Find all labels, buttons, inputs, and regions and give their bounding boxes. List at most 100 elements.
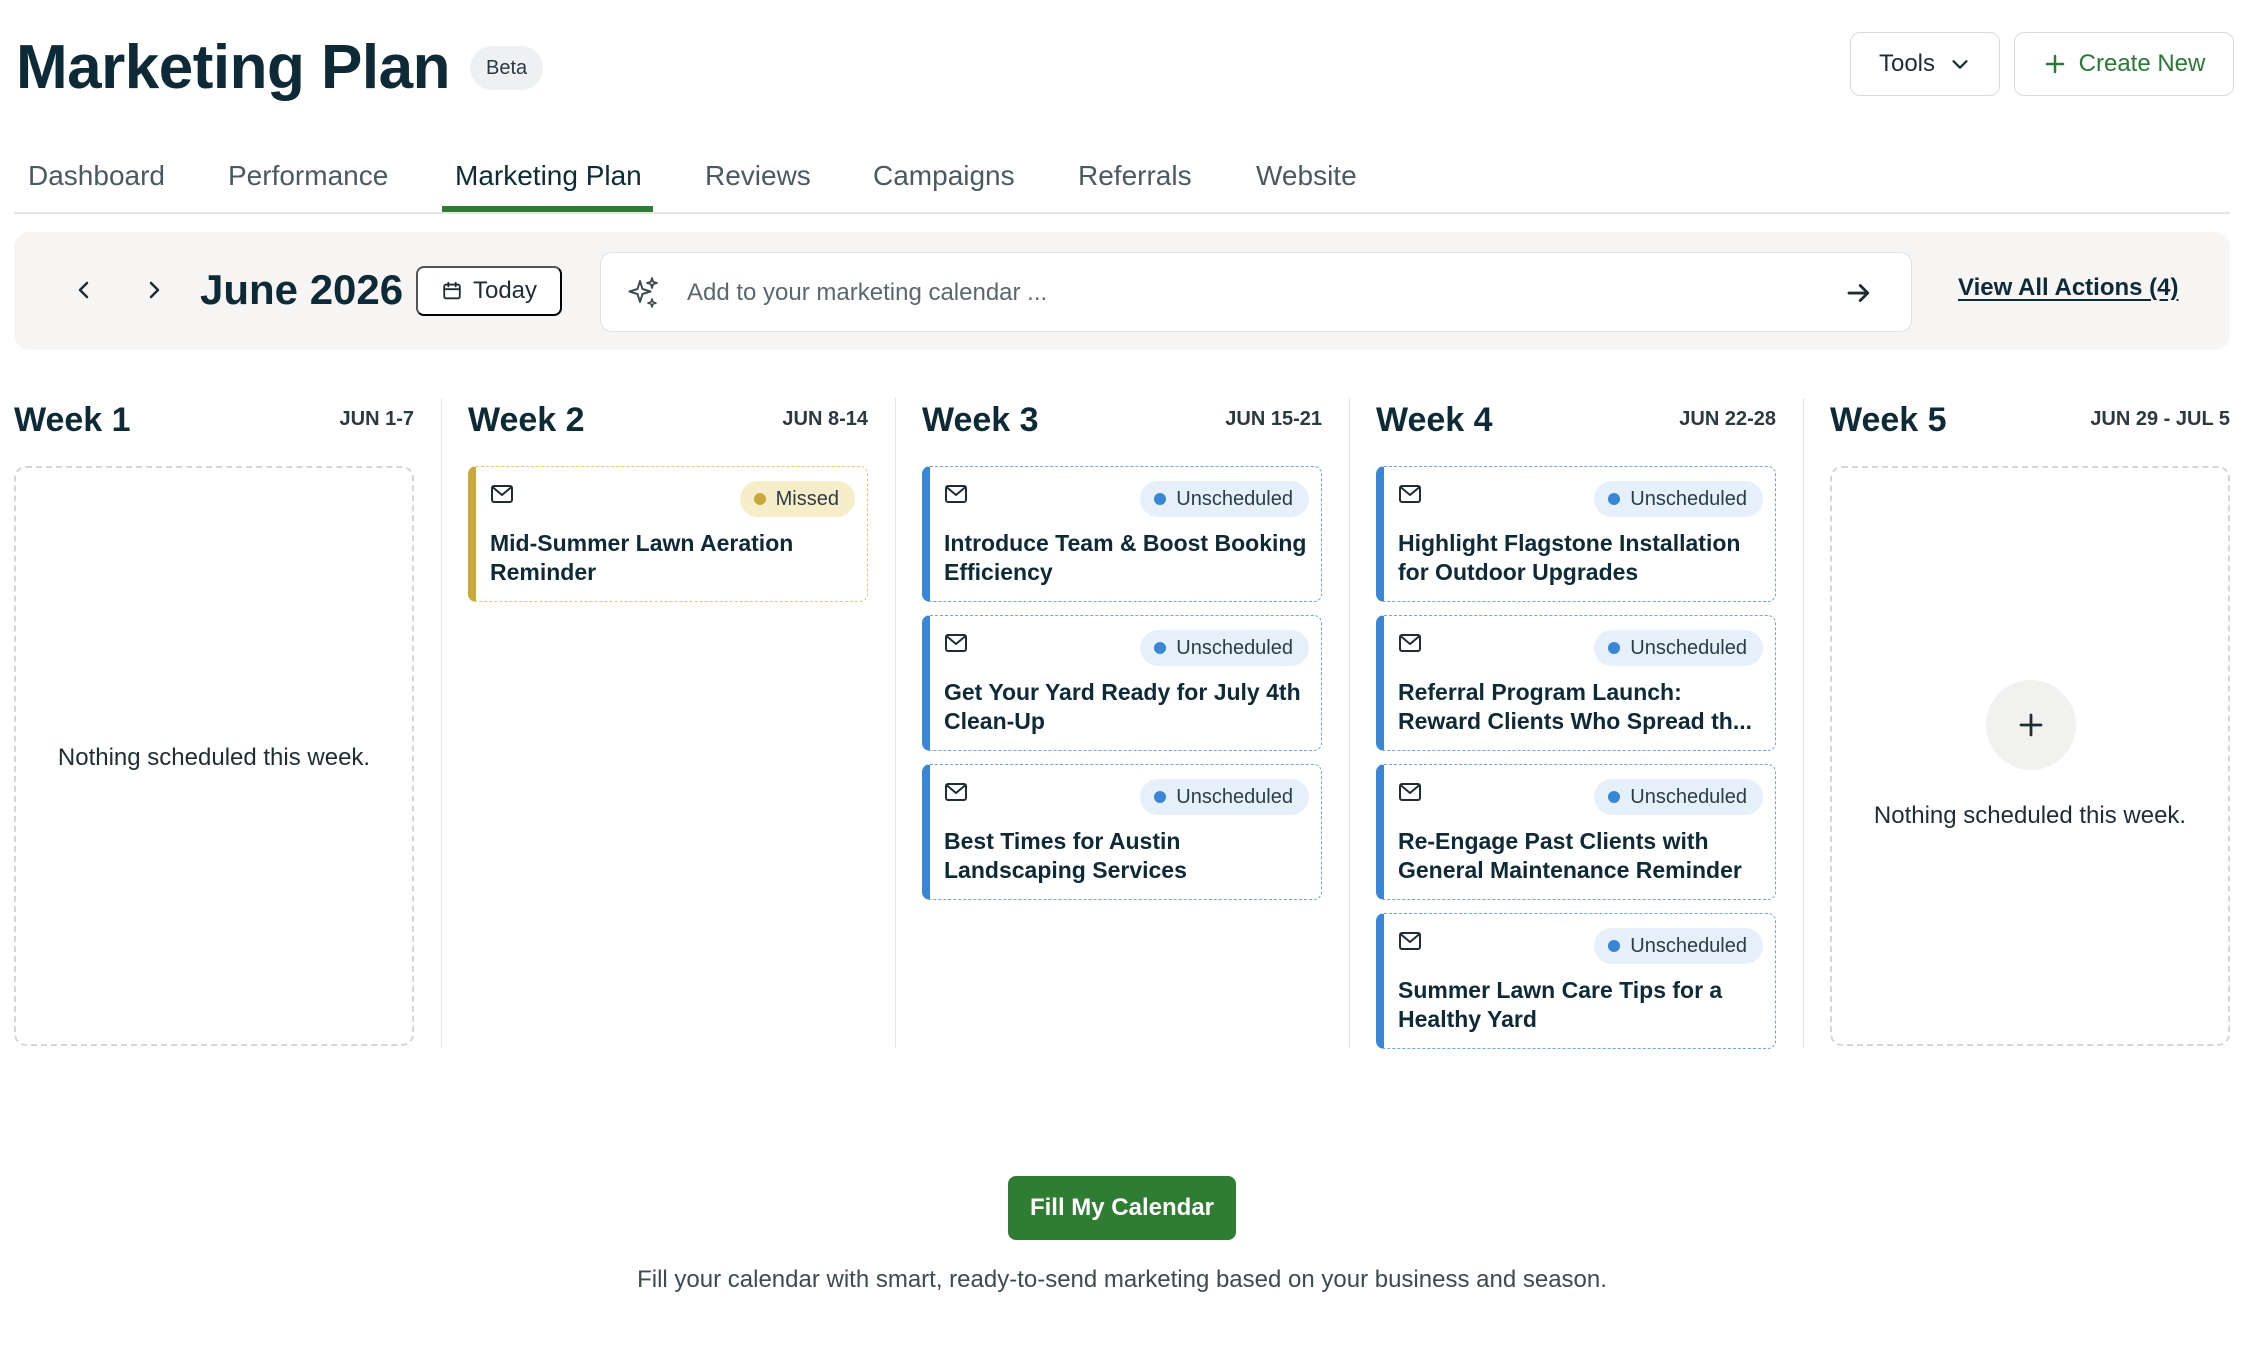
week-date-range: JUN 15-21 — [1225, 408, 1322, 430]
week-date-range: JUN 8-14 — [782, 408, 868, 430]
week-column-3: Week 3 JUN 15-21 Unscheduled Introduce T… — [922, 398, 1322, 1048]
week-title: Week 2 — [468, 401, 585, 439]
plus-icon — [2019, 713, 2043, 737]
status-label: Unscheduled — [1176, 636, 1293, 659]
chevron-right-icon — [149, 281, 160, 299]
week-divider — [895, 398, 896, 1048]
week-title: Week 1 — [14, 401, 131, 439]
status-dot — [1154, 493, 1167, 505]
status-badge: Unscheduled — [1594, 928, 1763, 964]
week-column-4: Week 4 JUN 22-28 Unscheduled Highlight F… — [1376, 398, 1776, 1049]
fill-calendar-description: Fill your calendar with smart, ready-to-… — [637, 1266, 1607, 1293]
plus-icon — [2045, 54, 2064, 74]
week-date-range: JUN 22-28 — [1679, 408, 1776, 430]
status-badge: Unscheduled — [1140, 630, 1309, 666]
week-divider — [1349, 398, 1350, 1048]
empty-week-box: Nothing scheduled this week. — [1830, 466, 2230, 1046]
status-label: Unscheduled — [1630, 636, 1747, 659]
chevron-left-icon — [78, 281, 89, 299]
status-dot — [1608, 940, 1621, 952]
week-divider — [1803, 398, 1804, 1048]
tab-website[interactable]: Website — [1256, 160, 1357, 212]
previous-month-button[interactable] — [64, 270, 104, 310]
tab-marketing-plan[interactable]: Marketing Plan — [455, 160, 642, 212]
marketing-calendar-input-box — [600, 252, 1912, 332]
status-dot — [1154, 791, 1167, 803]
tab-dashboard[interactable]: Dashboard — [28, 160, 165, 212]
campaign-title: Highlight Flagstone Installation for Out… — [1398, 530, 1741, 585]
campaign-card[interactable]: Unscheduled Re-Engage Past Clients with … — [1376, 764, 1776, 900]
tab-campaigns[interactable]: Campaigns — [873, 160, 1015, 212]
sparkles-icon — [628, 277, 658, 308]
status-badge: Unscheduled — [1594, 779, 1763, 815]
mail-icon — [945, 485, 967, 503]
tab-referrals[interactable]: Referrals — [1078, 160, 1192, 212]
page-title: Marketing Plan — [16, 33, 451, 102]
create-new-button[interactable]: Create New — [2014, 32, 2234, 96]
status-badge: Unscheduled — [1594, 481, 1763, 517]
create-new-label: Create New — [2078, 50, 2206, 77]
mail-icon — [1399, 485, 1421, 503]
week-column-1: Week 1 JUN 1-7 Nothing scheduled this we… — [14, 398, 414, 1048]
status-dot — [1154, 642, 1167, 654]
today-button[interactable]: Today — [416, 266, 562, 316]
campaign-title: Introduce Team & Boost Booking Efficienc… — [944, 530, 1307, 585]
campaign-card[interactable]: Unscheduled Highlight Flagstone Installa… — [1376, 466, 1776, 602]
status-badge: Unscheduled — [1140, 779, 1309, 815]
status-dot — [1608, 493, 1621, 505]
week-column-5: Week 5 JUN 29 - JUL 5 Nothing scheduled … — [1830, 398, 2230, 1048]
chevron-down-icon — [1952, 60, 1968, 69]
tools-label: Tools — [1878, 50, 1936, 77]
mail-icon — [945, 634, 967, 652]
campaign-title: Referral Program Launch: Reward Clients … — [1398, 679, 1752, 734]
page-header: Marketing Plan Beta Tools Create New — [14, 28, 2234, 128]
next-month-button[interactable] — [134, 270, 174, 310]
active-tab-indicator — [442, 206, 653, 212]
calendar-icon — [443, 281, 461, 300]
submit-input-button[interactable] — [1839, 275, 1879, 311]
campaign-card[interactable]: Unscheduled Summer Lawn Care Tips for a … — [1376, 913, 1776, 1049]
today-label: Today — [472, 277, 538, 304]
mail-icon — [1399, 932, 1421, 950]
mail-icon — [491, 485, 513, 503]
campaign-card[interactable]: Unscheduled Referral Program Launch: Rew… — [1376, 615, 1776, 751]
campaign-card[interactable]: Missed Mid-Summer Lawn Aeration Reminder — [468, 466, 868, 602]
tab-performance[interactable]: Performance — [228, 160, 388, 212]
campaign-card[interactable]: Unscheduled Introduce Team & Boost Booki… — [922, 466, 1322, 602]
status-label: Unscheduled — [1176, 487, 1293, 510]
empty-week-box: Nothing scheduled this week. — [14, 466, 414, 1046]
marketing-calendar-input[interactable] — [687, 271, 1787, 315]
main-tabs: Dashboard Performance Marketing Plan Rev… — [14, 140, 2230, 214]
week-title: Week 5 — [1830, 401, 1947, 439]
campaign-title: Best Times for Austin Landscaping Servic… — [944, 828, 1187, 883]
status-label: Unscheduled — [1176, 785, 1293, 808]
calendar-toolbar: June 2026 Today View All Actions (4) — [14, 232, 2230, 350]
weeks-grid: Week 1 JUN 1-7 Nothing scheduled this we… — [14, 398, 2230, 1049]
status-label: Unscheduled — [1630, 934, 1747, 957]
week-column-2: Week 2 JUN 8-14 Missed Mid-Summer Lawn A… — [468, 398, 868, 1048]
status-label: Missed — [775, 487, 839, 510]
mail-icon — [1399, 783, 1421, 801]
tools-dropdown-button[interactable]: Tools — [1850, 32, 2000, 96]
status-badge: Missed — [739, 481, 855, 517]
mail-icon — [1399, 634, 1421, 652]
week-date-range: JUN 29 - JUL 5 — [2090, 408, 2230, 430]
marketing-plan-page: Marketing Plan Beta Tools Create New Das… — [0, 0, 2244, 1356]
week-date-range: JUN 1-7 — [339, 408, 414, 430]
status-badge: Unscheduled — [1140, 481, 1309, 517]
status-dot — [1608, 642, 1621, 654]
week-title: Week 4 — [1376, 401, 1493, 439]
campaign-card[interactable]: Unscheduled Best Times for Austin Landsc… — [922, 764, 1322, 900]
fill-my-calendar-button[interactable]: Fill My Calendar — [1008, 1176, 1236, 1240]
status-dot — [753, 493, 766, 505]
campaign-title: Re-Engage Past Clients with General Main… — [1398, 828, 1742, 883]
week-divider — [441, 398, 442, 1048]
view-all-actions-link[interactable]: View All Actions (4) — [1958, 274, 2179, 302]
tab-reviews[interactable]: Reviews — [705, 160, 811, 212]
add-action-button[interactable] — [1986, 680, 2076, 770]
empty-week-text: Nothing scheduled this week. — [57, 744, 371, 771]
status-label: Unscheduled — [1630, 785, 1747, 808]
campaign-title: Mid-Summer Lawn Aeration Reminder — [490, 530, 794, 585]
campaign-card[interactable]: Unscheduled Get Your Yard Ready for July… — [922, 615, 1322, 751]
current-month: June 2026 — [200, 266, 404, 313]
